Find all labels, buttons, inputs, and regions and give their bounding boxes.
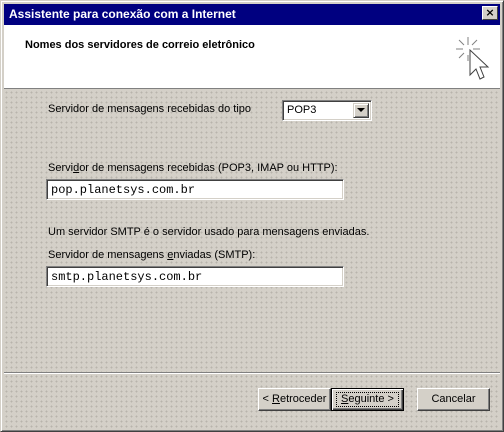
title-bar[interactable]: Assistente para conexão com a Internet × xyxy=(4,4,500,25)
page-title: Nomes dos servidores de correio eletrôni… xyxy=(25,39,255,51)
dropdown-button[interactable] xyxy=(353,103,369,118)
incoming-server-label: Servidor de mensagens recebidas (POP3, I… xyxy=(48,162,338,174)
incoming-server-type-select[interactable]: POP3 xyxy=(282,100,372,121)
cancel-button[interactable]: Cancelar xyxy=(417,388,490,411)
wizard-window: Assistente para conexão com a Internet ×… xyxy=(0,0,504,432)
incoming-server-type-value: POP3 xyxy=(287,104,317,116)
incoming-server-value: pop.planetsys.com.br xyxy=(51,183,196,197)
smtp-description: Um servidor SMTP é o servidor usado para… xyxy=(48,226,370,238)
next-button[interactable]: Seguinte > xyxy=(331,388,404,411)
incoming-type-label: Servidor de mensagens recebidas do tipo xyxy=(48,103,252,115)
outgoing-server-input[interactable]: smtp.planetsys.com.br xyxy=(46,266,344,287)
focus-ring xyxy=(336,392,399,407)
close-icon: × xyxy=(485,6,495,19)
incoming-server-input[interactable]: pop.planetsys.com.br xyxy=(46,179,344,200)
close-button[interactable]: × xyxy=(482,6,498,20)
window-title: Assistente para conexão com a Internet xyxy=(9,7,236,21)
back-button[interactable]: < Retroceder xyxy=(258,388,331,411)
wizard-header: Nomes dos servidores de correio eletrôni… xyxy=(4,25,500,89)
outgoing-server-label: Servidor de mensagens enviadas (SMTP): xyxy=(48,249,256,261)
wizard-sparkle-cursor-icon xyxy=(456,37,490,80)
chevron-down-icon xyxy=(357,108,365,112)
outgoing-server-value: smtp.planetsys.com.br xyxy=(51,270,203,284)
